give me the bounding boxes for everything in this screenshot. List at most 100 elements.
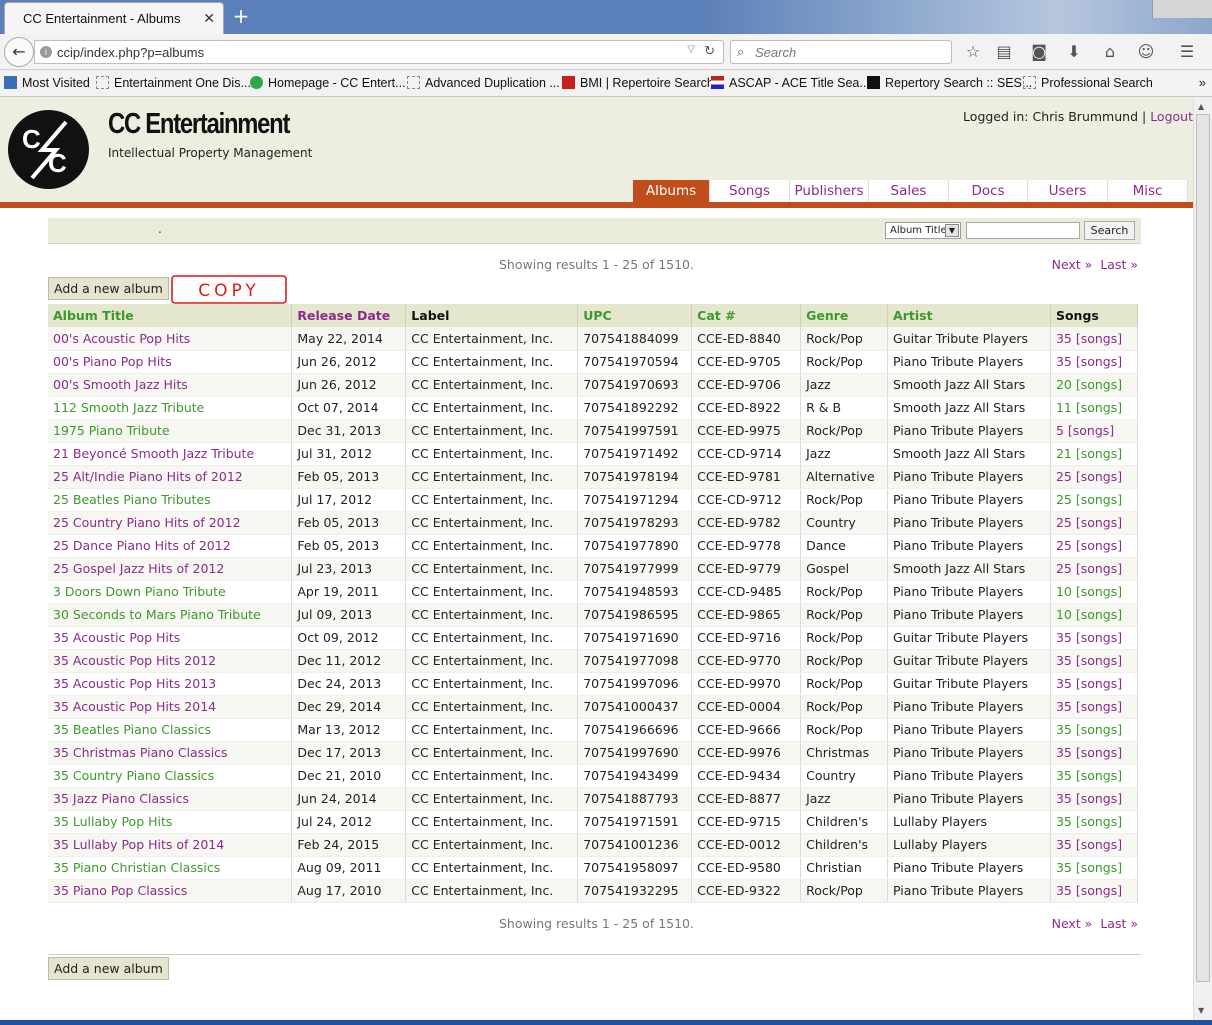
songs-link[interactable]: 25 [songs]: [1050, 488, 1139, 512]
url-bar[interactable]: i ccip/index.php?p=albums ▽ ↻: [34, 40, 724, 64]
tab-albums[interactable]: Albums: [633, 180, 710, 202]
site-info-icon[interactable]: i: [40, 46, 52, 58]
menu-hamburger-icon[interactable]: ☰: [1176, 42, 1198, 62]
songs-link[interactable]: 35 [songs]: [1050, 672, 1139, 696]
add-album-button-top[interactable]: Add a new album: [48, 277, 169, 300]
album-title-link[interactable]: 35 Acoustic Pop Hits 2012: [48, 649, 293, 673]
album-title-link[interactable]: 35 Acoustic Pop Hits 2014: [48, 695, 293, 719]
close-tab-icon[interactable]: ✕: [203, 10, 215, 27]
songs-link[interactable]: 25 [songs]: [1050, 465, 1139, 489]
album-title-link[interactable]: 25 Country Piano Hits of 2012: [48, 511, 293, 535]
songs-link[interactable]: 35 [songs]: [1050, 833, 1139, 857]
last-link[interactable]: Last »: [1100, 916, 1138, 931]
songs-link[interactable]: 35 [songs]: [1050, 350, 1139, 374]
downloads-icon[interactable]: ⬇: [1063, 42, 1085, 62]
tab-songs[interactable]: Songs: [710, 180, 790, 202]
songs-link[interactable]: 35 [songs]: [1050, 764, 1139, 788]
browser-tab[interactable]: CC Entertainment - Albums ✕: [4, 2, 224, 34]
last-link[interactable]: Last »: [1100, 257, 1138, 272]
page-scrollbar[interactable]: ▲ ▼: [1193, 98, 1212, 1020]
album-title-link[interactable]: 35 Piano Christian Classics: [48, 856, 293, 880]
songs-link[interactable]: 25 [songs]: [1050, 534, 1139, 558]
cc-logo[interactable]: C C: [8, 110, 89, 189]
search-button[interactable]: Search: [1084, 221, 1135, 240]
chevron-down-icon[interactable]: ▼: [945, 224, 959, 237]
bookmark-homepage[interactable]: Homepage - CC Entert...: [250, 76, 406, 90]
album-title-link[interactable]: 35 Jazz Piano Classics: [48, 787, 293, 811]
col-upc[interactable]: UPC: [577, 304, 693, 327]
songs-link[interactable]: 35 [songs]: [1050, 327, 1139, 351]
reload-icon[interactable]: ↻: [704, 43, 715, 59]
new-tab-icon[interactable]: +: [230, 5, 252, 27]
bookmark-ascap[interactable]: ASCAP - ACE Title Sea...: [711, 76, 870, 90]
album-title-link[interactable]: 25 Beatles Piano Tributes: [48, 488, 293, 512]
next-link[interactable]: Next »: [1052, 257, 1093, 272]
chat-icon[interactable]: ☺: [1135, 42, 1157, 62]
songs-link[interactable]: 25 [songs]: [1050, 557, 1139, 581]
scroll-down-icon[interactable]: ▼: [1198, 1006, 1204, 1015]
album-title-link[interactable]: 30 Seconds to Mars Piano Tribute: [48, 603, 293, 627]
album-title-link[interactable]: 35 Christmas Piano Classics: [48, 741, 293, 765]
songs-link[interactable]: 21 [songs]: [1050, 442, 1139, 466]
bookmarks-overflow-icon[interactable]: »: [1199, 75, 1206, 90]
songs-link[interactable]: 35 [songs]: [1050, 810, 1139, 834]
album-title-link[interactable]: 25 Gospel Jazz Hits of 2012: [48, 557, 293, 581]
pocket-icon[interactable]: ◙: [1028, 42, 1050, 62]
songs-link[interactable]: 11 [songs]: [1050, 396, 1139, 420]
url-dropdown-icon[interactable]: ▽: [687, 44, 695, 55]
bookmark-bmi[interactable]: BMI | Repertoire Search: [562, 76, 714, 90]
album-title-link[interactable]: 3 Doors Down Piano Tribute: [48, 580, 293, 604]
songs-link[interactable]: 35 [songs]: [1050, 856, 1139, 880]
bookmarks-library-icon[interactable]: ▤: [993, 42, 1015, 62]
window-controls[interactable]: [1152, 0, 1212, 18]
add-album-button-bottom[interactable]: Add a new album: [48, 957, 169, 980]
back-arrow-icon[interactable]: ←: [4, 37, 34, 67]
album-title-link[interactable]: 00's Smooth Jazz Hits: [48, 373, 293, 397]
album-title-link[interactable]: 35 Lullaby Pop Hits: [48, 810, 293, 834]
album-title-link[interactable]: 1975 Piano Tribute: [48, 419, 293, 443]
album-title-link[interactable]: 35 Piano Pop Classics: [48, 879, 293, 903]
album-title-link[interactable]: 25 Alt/Indie Piano Hits of 2012: [48, 465, 293, 489]
album-title-link[interactable]: 35 Acoustic Pop Hits: [48, 626, 293, 650]
album-title-link[interactable]: 21 Beyoncé Smooth Jazz Tribute: [48, 442, 293, 466]
songs-link[interactable]: 20 [songs]: [1050, 373, 1139, 397]
songs-link[interactable]: 35 [songs]: [1050, 695, 1139, 719]
songs-link[interactable]: 35 [songs]: [1050, 879, 1139, 903]
album-title-link[interactable]: 35 Acoustic Pop Hits 2013: [48, 672, 293, 696]
next-link[interactable]: Next »: [1052, 916, 1093, 931]
bookmark-entertainment-one[interactable]: Entertainment One Dis...: [96, 76, 251, 90]
bookmark-professional-search[interactable]: Professional Search: [1023, 76, 1153, 90]
songs-link[interactable]: 25 [songs]: [1050, 511, 1139, 535]
album-title-link[interactable]: 00's Piano Pop Hits: [48, 350, 293, 374]
col-release-date[interactable]: Release Date: [291, 304, 407, 327]
col-cat[interactable]: Cat #: [691, 304, 802, 327]
bookmark-advanced-duplication[interactable]: Advanced Duplication ...: [407, 76, 560, 90]
tab-publishers[interactable]: Publishers: [790, 180, 869, 202]
album-title-link[interactable]: 00's Acoustic Pop Hits: [48, 327, 293, 351]
tab-docs[interactable]: Docs: [949, 180, 1028, 202]
songs-link[interactable]: 10 [songs]: [1050, 580, 1139, 604]
songs-link[interactable]: 10 [songs]: [1050, 603, 1139, 627]
album-title-link[interactable]: 35 Beatles Piano Classics: [48, 718, 293, 742]
scroll-up-icon[interactable]: ▲: [1198, 102, 1204, 111]
album-title-link[interactable]: 25 Dance Piano Hits of 2012: [48, 534, 293, 558]
songs-link[interactable]: 35 [songs]: [1050, 741, 1139, 765]
bookmark-most-visited[interactable]: Most Visited: [4, 76, 90, 90]
search-field-select[interactable]: Album Title ▼: [885, 222, 961, 239]
bookmark-repertory-search[interactable]: Repertory Search :: SES...: [867, 76, 1032, 90]
bookmark-star-icon[interactable]: ☆: [962, 42, 984, 62]
songs-link[interactable]: 35 [songs]: [1050, 649, 1139, 673]
album-title-link[interactable]: 35 Lullaby Pop Hits of 2014: [48, 833, 293, 857]
col-genre[interactable]: Genre: [800, 304, 889, 327]
tab-sales[interactable]: Sales: [869, 180, 949, 202]
col-artist[interactable]: Artist: [887, 304, 1051, 327]
tab-misc[interactable]: Misc: [1108, 180, 1188, 202]
tab-users[interactable]: Users: [1028, 180, 1108, 202]
col-album-title[interactable]: Album Title: [48, 304, 293, 327]
browser-search-input[interactable]: ⌕ Search: [730, 40, 952, 64]
home-icon[interactable]: ⌂: [1099, 42, 1121, 62]
album-title-link[interactable]: 112 Smooth Jazz Tribute: [48, 396, 293, 420]
album-title-link[interactable]: 35 Country Piano Classics: [48, 764, 293, 788]
songs-link[interactable]: 5 [songs]: [1050, 419, 1139, 443]
songs-link[interactable]: 35 [songs]: [1050, 718, 1139, 742]
